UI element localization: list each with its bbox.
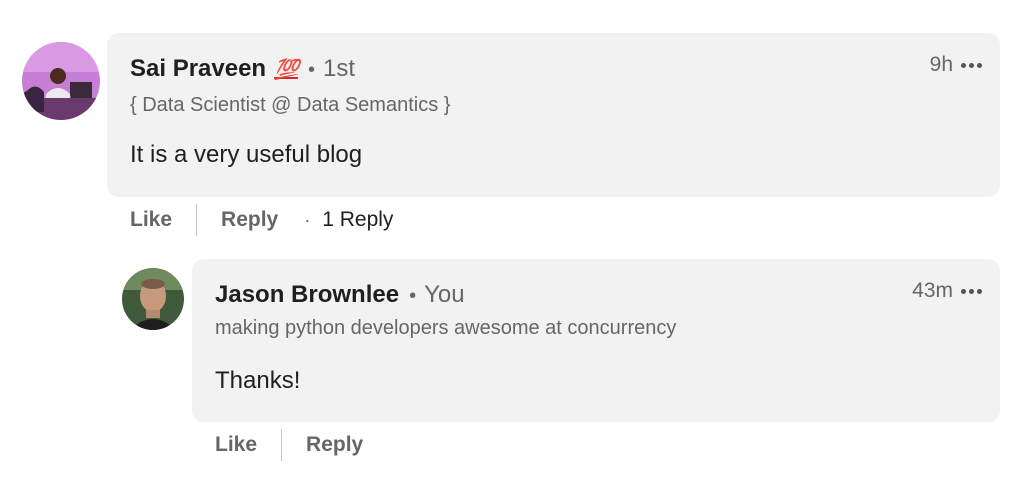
separator-dot: · — [304, 209, 311, 230]
comment-meta: 9h — [930, 53, 982, 77]
reply-item: Jason Brownlee • You making python devel… — [0, 250, 1024, 477]
comment-item: Sai Praveen 💯 • 1st { Data Scientist @ D… — [0, 0, 1024, 250]
timestamp: 43m — [912, 279, 953, 302]
reply-count-link[interactable]: 1 Reply — [322, 208, 393, 232]
author-line: Sai Praveen 💯 • 1st — [130, 55, 355, 83]
profile-photo-icon — [122, 268, 184, 330]
reply-bubble: Jason Brownlee • You making python devel… — [192, 259, 1000, 422]
comment-text: It is a very useful blog — [130, 141, 363, 168]
hundred-points-icon: 💯 — [274, 59, 299, 81]
more-options-icon[interactable] — [961, 288, 982, 294]
avatar[interactable] — [22, 42, 100, 120]
author-headline: making python developers awesome at conc… — [215, 317, 677, 339]
profile-photo-icon — [22, 42, 100, 120]
reply-actions: Like Reply — [215, 429, 363, 461]
reply-button[interactable]: Reply — [221, 208, 278, 232]
divider — [281, 429, 283, 461]
avatar[interactable] — [122, 268, 184, 330]
comment-text: Thanks! — [215, 367, 301, 394]
reply-button[interactable]: Reply — [306, 433, 363, 457]
timestamp: 9h — [929, 53, 953, 76]
separator-dot: • — [409, 285, 417, 307]
author-name[interactable]: Jason Brownlee — [215, 281, 399, 309]
connection-degree: You — [424, 281, 465, 308]
author-line: Jason Brownlee • You — [215, 281, 465, 309]
divider — [196, 204, 198, 236]
author-headline: { Data Scientist @ Data Semantics } — [130, 94, 451, 116]
separator-dot: • — [308, 59, 316, 81]
author-name[interactable]: Sai Praveen — [130, 55, 266, 83]
more-options-icon[interactable] — [961, 62, 982, 68]
connection-degree: 1st — [323, 55, 356, 82]
comment-actions: Like Reply · 1 Reply — [130, 204, 393, 236]
like-button[interactable]: Like — [130, 208, 172, 232]
like-button[interactable]: Like — [215, 433, 257, 457]
comment-meta: 43m — [912, 279, 982, 303]
comment-bubble: Sai Praveen 💯 • 1st { Data Scientist @ D… — [107, 33, 1000, 197]
